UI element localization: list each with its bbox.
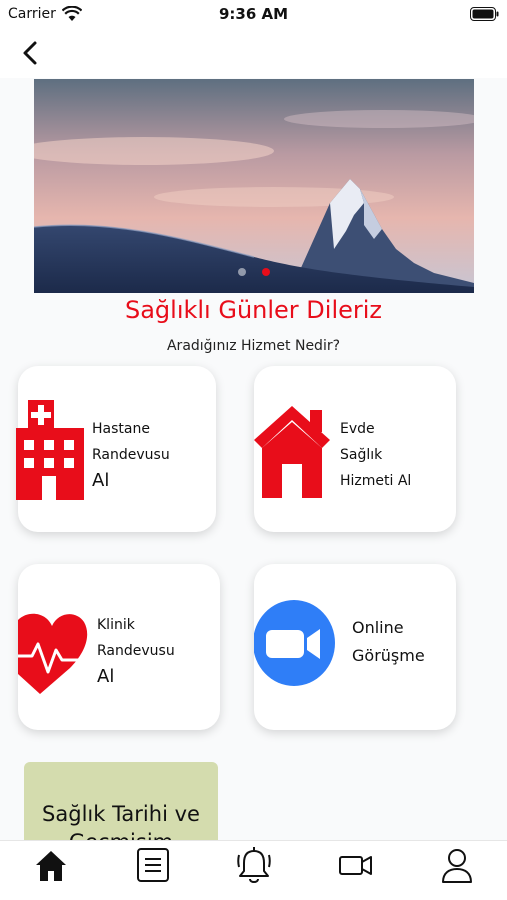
hospital-appointment-card[interactable]: Hastane Randevusu Al [16, 366, 216, 532]
card-label-line: Online [352, 618, 404, 637]
card-label-line: Al [92, 470, 110, 491]
house-icon [254, 406, 330, 498]
card-label-line: Evde [340, 421, 375, 437]
video-call-icon [254, 600, 335, 686]
hospital-icon [16, 400, 84, 500]
home-content: Sağlıklı Günler Dileriz Aradığınız Hizme… [0, 78, 507, 840]
card-label: Online Görüşme [352, 614, 425, 670]
service-question: Aradığınız Hizmet Nedir? [166, 338, 341, 354]
video-camera-icon[interactable] [336, 845, 376, 885]
clock: 9:36 AM [218, 5, 289, 23]
card-label-line: Görüşme [352, 646, 425, 665]
card-label-line: Hastane [92, 421, 150, 437]
bell-icon[interactable] [234, 845, 274, 885]
status-bar: Carrier 9:36 AM [0, 0, 507, 30]
card-label-line: Klinik [97, 617, 135, 633]
card-label-line: Hizmeti Al [340, 473, 412, 489]
carousel-dot-active[interactable] [261, 268, 270, 276]
carousel-dot[interactable] [238, 268, 247, 276]
card-label: Klinik Randevusu Al [97, 612, 175, 690]
navigation-bar [0, 30, 507, 78]
health-history-card[interactable]: Sağlık Tarihi ve Geçmişim [24, 762, 218, 840]
card-label-line: Randevusu [97, 643, 175, 659]
greeting-title: Sağlıklı Günler Dileriz [124, 296, 383, 324]
card-label-line: Geçmişim [24, 828, 218, 840]
battery-icon [470, 7, 499, 21]
profile-icon[interactable] [437, 845, 477, 885]
home-icon[interactable] [31, 845, 71, 885]
clinic-appointment-card[interactable]: Klinik Randevusu Al [18, 564, 220, 730]
card-label: Evde Sağlık Hizmeti Al [340, 416, 411, 494]
card-label-line: Sağlık [340, 447, 383, 463]
card-label: Hastane Randevusu Al [92, 416, 170, 494]
card-label-line: Al [97, 666, 115, 687]
document-list-icon[interactable] [133, 845, 173, 885]
heart-pulse-icon [18, 613, 88, 694]
online-meeting-card[interactable]: Online Görüşme [254, 564, 456, 730]
card-label-line: Randevusu [92, 447, 170, 463]
bottom-tab-bar [0, 840, 507, 900]
health-history-label: Sağlık Tarihi ve Geçmişim [24, 800, 218, 840]
home-health-card[interactable]: Evde Sağlık Hizmeti Al [254, 366, 456, 532]
banner-carousel[interactable] [34, 79, 474, 293]
back-chevron-icon[interactable] [16, 38, 46, 70]
card-label-line: Sağlık Tarihi ve [42, 802, 200, 826]
carousel-dots [34, 261, 474, 280]
